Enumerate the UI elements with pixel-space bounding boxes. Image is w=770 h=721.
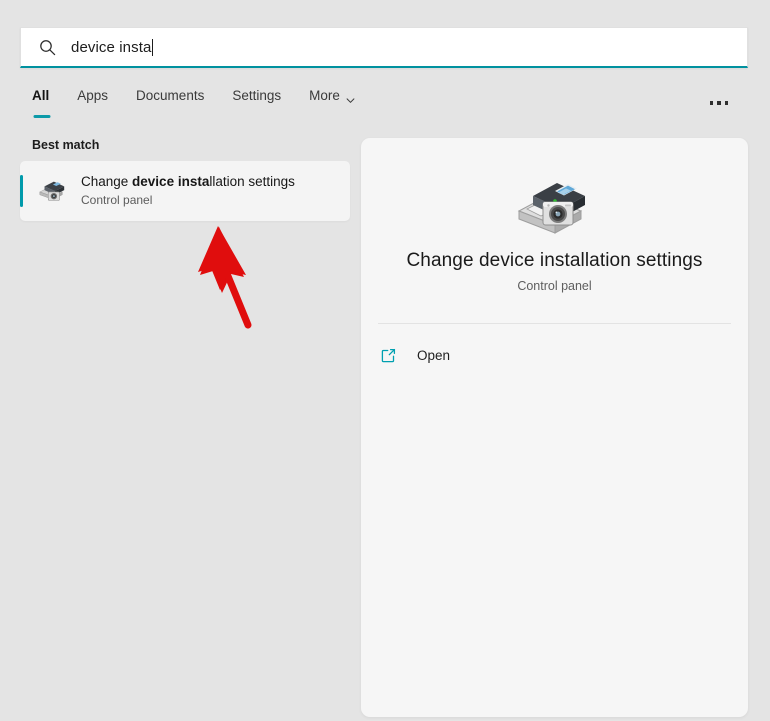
printer-camera-icon (513, 171, 597, 243)
ellipsis-icon[interactable] (704, 92, 734, 114)
text-caret (152, 39, 153, 56)
ellipsis-dot (725, 101, 729, 105)
result-title-suffix: llation settings (209, 174, 295, 189)
tab-more-label: More (309, 88, 340, 103)
tab-more[interactable]: More (295, 86, 369, 118)
divider (378, 323, 731, 324)
result-item-title: Change device installation settings (81, 173, 295, 191)
search-input-value[interactable]: device insta (71, 39, 151, 56)
preview-title: Change device installation settings (361, 250, 748, 272)
annotation-arrow (180, 215, 285, 340)
open-external-icon (380, 347, 397, 364)
result-title-prefix: Change (81, 174, 132, 189)
ellipsis-dot (717, 101, 721, 105)
result-item-texts: Change device installation settings Cont… (81, 173, 295, 209)
tab-all[interactable]: All (20, 86, 63, 118)
open-action-button[interactable]: Open (380, 340, 450, 370)
tab-settings[interactable]: Settings (218, 86, 295, 118)
tab-documents-label: Documents (136, 88, 204, 103)
tab-all-label: All (32, 88, 49, 103)
printer-camera-icon (37, 176, 67, 206)
result-title-match: device insta (132, 174, 209, 189)
active-tab-indicator (33, 115, 50, 118)
tab-apps[interactable]: Apps (63, 86, 122, 118)
search-icon (39, 39, 56, 56)
results-column: Best match Change device ins (20, 138, 350, 221)
tab-apps-label: Apps (77, 88, 108, 103)
search-bar[interactable]: device insta (20, 27, 748, 68)
open-action-label: Open (417, 348, 450, 363)
chevron-down-icon (346, 93, 355, 102)
preview-panel: Change device installation settings Cont… (361, 138, 748, 717)
preview-subtitle: Control panel (361, 279, 748, 293)
ellipsis-dot (710, 101, 714, 105)
best-match-heading: Best match (32, 138, 350, 152)
tab-settings-label: Settings (232, 88, 281, 103)
selection-accent-bar (20, 175, 23, 207)
tab-documents[interactable]: Documents (122, 86, 218, 118)
result-item-change-device-installation-settings[interactable]: Change device installation settings Cont… (20, 161, 350, 221)
search-filter-tabs: All Apps Documents Settings More (20, 86, 748, 120)
result-item-subtitle: Control panel (81, 192, 295, 209)
